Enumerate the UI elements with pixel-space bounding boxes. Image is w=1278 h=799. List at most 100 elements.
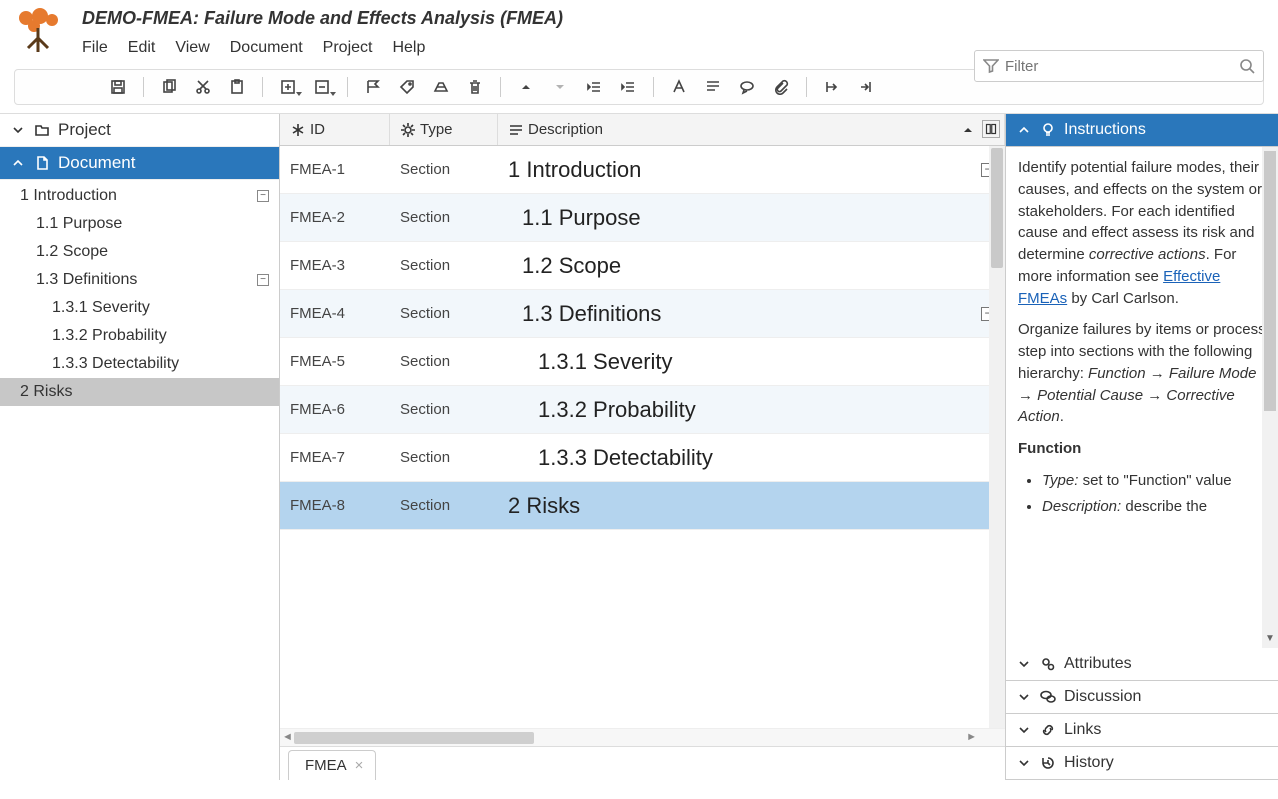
tree-item[interactable]: 1.3 Definitions−	[0, 266, 279, 294]
menu-document[interactable]: Document	[230, 39, 303, 57]
tree-item[interactable]: 1.2 Scope	[0, 238, 279, 266]
indent-icon[interactable]	[613, 73, 643, 101]
grid-row[interactable]: FMEA-4Section1.3 Definitions−	[280, 290, 1005, 338]
panel-instructions-header[interactable]: Instructions	[1006, 114, 1278, 147]
outdent-icon[interactable]	[579, 73, 609, 101]
tree-item[interactable]: 2 Risks	[0, 378, 279, 406]
folder-icon	[34, 122, 50, 138]
cell-type: Section	[390, 297, 498, 330]
column-settings-icon[interactable]	[982, 120, 1000, 138]
col-type[interactable]: Type	[390, 114, 498, 145]
right-panel: Instructions Identify potential failure …	[1006, 114, 1278, 780]
chevron-up-icon	[10, 155, 26, 171]
panel-attributes-header[interactable]: Attributes	[1006, 648, 1278, 681]
tree-item[interactable]: 1 Introduction−	[0, 182, 279, 210]
remove-icon[interactable]	[307, 73, 337, 101]
cell-type: Section	[390, 489, 498, 522]
cell-id: FMEA-2	[280, 201, 390, 234]
app-logo	[14, 8, 64, 54]
cell-id: FMEA-6	[280, 393, 390, 426]
tab-label: FMEA	[305, 757, 347, 774]
panel-history-header[interactable]: History	[1006, 747, 1278, 780]
tree-item[interactable]: 1.3.3 Detectability	[0, 350, 279, 378]
grid-row[interactable]: FMEA-3Section1.2 Scope	[280, 242, 1005, 290]
cell-type: Section	[390, 153, 498, 186]
grid-horizontal-scrollbar[interactable]: ◄►	[280, 728, 1005, 746]
collapse-icon[interactable]: −	[257, 190, 269, 202]
sidebar-project-header[interactable]: Project	[0, 114, 279, 147]
delete-icon[interactable]	[460, 73, 490, 101]
panel-links-label: Links	[1064, 721, 1101, 739]
grid-row[interactable]: FMEA-2Section1.1 Purpose	[280, 194, 1005, 242]
tab-bar: FMEA ×	[280, 746, 1005, 780]
asterisk-icon	[290, 122, 306, 138]
cell-id: FMEA-3	[280, 249, 390, 282]
col-description[interactable]: Description	[498, 114, 1005, 145]
tree-item[interactable]: 1.1 Purpose	[0, 210, 279, 238]
document-tree: 1 Introduction−1.1 Purpose1.2 Scope1.3 D…	[0, 180, 279, 408]
lightbulb-icon	[1040, 122, 1056, 138]
cut-icon[interactable]	[188, 73, 218, 101]
panel-discussion-header[interactable]: Discussion	[1006, 681, 1278, 714]
jump-end-icon[interactable]	[851, 73, 881, 101]
document-grid: ID Type Description FMEA-1Section1 Intro…	[280, 114, 1006, 780]
flag-icon[interactable]	[358, 73, 388, 101]
grid-vertical-scrollbar[interactable]	[989, 146, 1005, 728]
comment-icon[interactable]	[732, 73, 762, 101]
filter-box[interactable]	[974, 50, 1264, 82]
document-icon	[34, 155, 50, 171]
font-icon[interactable]	[664, 73, 694, 101]
gear-icon	[400, 122, 416, 138]
sidebar-document-label: Document	[58, 153, 135, 173]
tree-item[interactable]: 1.3.1 Severity	[0, 294, 279, 322]
col-id[interactable]: ID	[280, 114, 390, 145]
collapse-icon[interactable]: −	[257, 274, 269, 286]
grid-row[interactable]: FMEA-7Section1.3.3 Detectability	[280, 434, 1005, 482]
tree-item[interactable]: 1.3.2 Probability	[0, 322, 279, 350]
attach-icon[interactable]	[766, 73, 796, 101]
filter-input[interactable]	[1005, 58, 1233, 75]
grid-row[interactable]: FMEA-6Section1.3.2 Probability	[280, 386, 1005, 434]
gears-icon	[1040, 656, 1056, 672]
tag-icon[interactable]	[392, 73, 422, 101]
chevron-down-icon	[1016, 689, 1032, 705]
panel-links-header[interactable]: Links	[1006, 714, 1278, 747]
grid-row[interactable]: FMEA-8Section2 Risks	[280, 482, 1005, 530]
goto-icon[interactable]	[817, 73, 847, 101]
sidebar-document-header[interactable]: Document	[0, 147, 279, 180]
filter-icon	[983, 58, 999, 74]
cell-type: Section	[390, 201, 498, 234]
close-icon[interactable]: ×	[355, 757, 364, 774]
copy-icon[interactable]	[154, 73, 184, 101]
tab-fmea[interactable]: FMEA ×	[288, 750, 376, 780]
grid-row[interactable]: FMEA-1Section1 Introduction−	[280, 146, 1005, 194]
menu-project[interactable]: Project	[323, 39, 373, 57]
cell-description: 1.1 Purpose	[498, 197, 1005, 239]
cell-type: Section	[390, 393, 498, 426]
paste-icon[interactable]	[222, 73, 252, 101]
cell-description: 1.3.3 Detectability	[498, 437, 1005, 479]
cell-type: Section	[390, 441, 498, 474]
cell-description: 1.3.2 Probability	[498, 389, 1005, 431]
save-icon[interactable]	[103, 73, 133, 101]
list-icon	[508, 122, 524, 138]
right-scrollbar[interactable]: ▼	[1262, 147, 1278, 648]
history-icon	[1040, 755, 1056, 771]
sidebar: Project Document 1 Introduction−1.1 Purp…	[0, 114, 280, 780]
archive-icon[interactable]	[426, 73, 456, 101]
menu-help[interactable]: Help	[392, 39, 425, 57]
panel-instructions-label: Instructions	[1064, 121, 1146, 139]
sort-up-icon	[960, 122, 976, 138]
align-icon[interactable]	[698, 73, 728, 101]
cell-id: FMEA-4	[280, 297, 390, 330]
menu-file[interactable]: File	[82, 39, 108, 57]
menu-view[interactable]: View	[175, 39, 209, 57]
menu-edit[interactable]: Edit	[128, 39, 156, 57]
grid-row[interactable]: FMEA-5Section1.3.1 Severity	[280, 338, 1005, 386]
link-icon	[1040, 722, 1056, 738]
add-icon[interactable]	[273, 73, 303, 101]
search-icon[interactable]	[1239, 58, 1255, 74]
move-up-icon[interactable]	[511, 73, 541, 101]
panel-discussion-label: Discussion	[1064, 688, 1141, 706]
cell-id: FMEA-5	[280, 345, 390, 378]
